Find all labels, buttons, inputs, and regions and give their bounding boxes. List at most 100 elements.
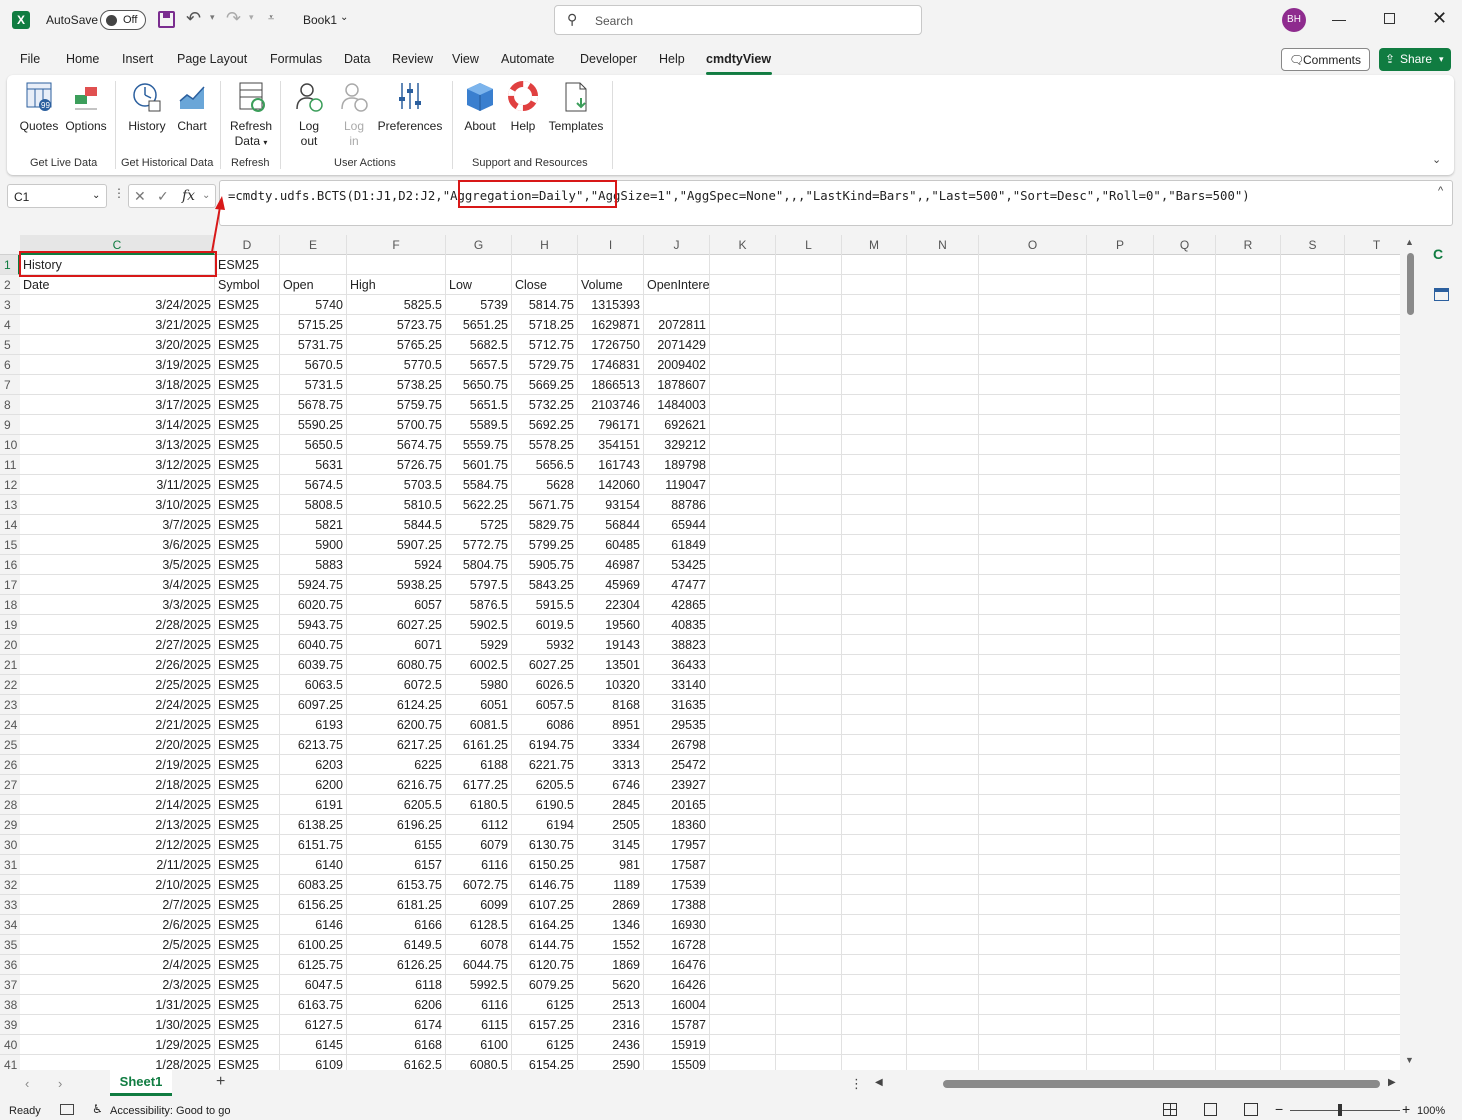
cell-f23[interactable]: 6124.25 bbox=[347, 695, 446, 715]
cell-j41[interactable]: 15509 bbox=[644, 1055, 710, 1070]
cell-i20[interactable]: 19143 bbox=[578, 635, 644, 655]
cell-n29[interactable] bbox=[907, 815, 979, 835]
cell-m38[interactable] bbox=[842, 995, 907, 1015]
cell-i14[interactable]: 56844 bbox=[578, 515, 644, 535]
cell-n14[interactable] bbox=[907, 515, 979, 535]
cell-m5[interactable] bbox=[842, 335, 907, 355]
sheet-tab[interactable]: Sheet1 bbox=[110, 1070, 172, 1096]
cell-i37[interactable]: 5620 bbox=[578, 975, 644, 995]
cell-h1[interactable] bbox=[512, 255, 578, 275]
cell-i38[interactable]: 2513 bbox=[578, 995, 644, 1015]
cell-l4[interactable] bbox=[776, 315, 842, 335]
cell-s7[interactable] bbox=[1281, 375, 1345, 395]
cell-q18[interactable] bbox=[1154, 595, 1216, 615]
cell-e12[interactable]: 5674.5 bbox=[280, 475, 347, 495]
cell-g26[interactable]: 6188 bbox=[446, 755, 512, 775]
cell-k10[interactable] bbox=[710, 435, 776, 455]
cell-o8[interactable] bbox=[979, 395, 1087, 415]
row-header[interactable]: 37 bbox=[0, 975, 20, 995]
cell-c20[interactable]: 2/27/2025 bbox=[20, 635, 215, 655]
cell-d29[interactable]: ESM25 bbox=[215, 815, 280, 835]
cell-q3[interactable] bbox=[1154, 295, 1216, 315]
cell-d38[interactable]: ESM25 bbox=[215, 995, 280, 1015]
cell-o32[interactable] bbox=[979, 875, 1087, 895]
cell-e16[interactable]: 5883 bbox=[280, 555, 347, 575]
cell-l28[interactable] bbox=[776, 795, 842, 815]
cell-h20[interactable]: 5932 bbox=[512, 635, 578, 655]
cell-r11[interactable] bbox=[1216, 455, 1281, 475]
cell-i18[interactable]: 22304 bbox=[578, 595, 644, 615]
cell-l12[interactable] bbox=[776, 475, 842, 495]
cell-p8[interactable] bbox=[1087, 395, 1154, 415]
cell-d17[interactable]: ESM25 bbox=[215, 575, 280, 595]
cell-j27[interactable]: 23927 bbox=[644, 775, 710, 795]
cell-p27[interactable] bbox=[1087, 775, 1154, 795]
cell-m21[interactable] bbox=[842, 655, 907, 675]
cell-p36[interactable] bbox=[1087, 955, 1154, 975]
cell-r20[interactable] bbox=[1216, 635, 1281, 655]
cell-j31[interactable]: 17587 bbox=[644, 855, 710, 875]
cell-h5[interactable]: 5712.75 bbox=[512, 335, 578, 355]
cell-j22[interactable]: 33140 bbox=[644, 675, 710, 695]
cell-p15[interactable] bbox=[1087, 535, 1154, 555]
cell-d22[interactable]: ESM25 bbox=[215, 675, 280, 695]
cell-j21[interactable]: 36433 bbox=[644, 655, 710, 675]
cell-c5[interactable]: 3/20/2025 bbox=[20, 335, 215, 355]
cell-c37[interactable]: 2/3/2025 bbox=[20, 975, 215, 995]
cell-s3[interactable] bbox=[1281, 295, 1345, 315]
cell-o33[interactable] bbox=[979, 895, 1087, 915]
cell-l19[interactable] bbox=[776, 615, 842, 635]
cell-e35[interactable]: 6100.25 bbox=[280, 935, 347, 955]
tab-cmdtyview[interactable]: cmdtyView bbox=[706, 52, 771, 66]
cell-l16[interactable] bbox=[776, 555, 842, 575]
cell-f31[interactable]: 6157 bbox=[347, 855, 446, 875]
cell-o34[interactable] bbox=[979, 915, 1087, 935]
cell-h13[interactable]: 5671.75 bbox=[512, 495, 578, 515]
cell-r17[interactable] bbox=[1216, 575, 1281, 595]
cell-n37[interactable] bbox=[907, 975, 979, 995]
cell-m33[interactable] bbox=[842, 895, 907, 915]
cell-k14[interactable] bbox=[710, 515, 776, 535]
column-header-m[interactable]: M bbox=[842, 235, 907, 255]
share-button[interactable]: ⇪ Share ▾ bbox=[1379, 48, 1451, 71]
cell-j28[interactable]: 20165 bbox=[644, 795, 710, 815]
cell-g6[interactable]: 5657.5 bbox=[446, 355, 512, 375]
row-header[interactable]: 1 bbox=[0, 255, 20, 275]
cell-e25[interactable]: 6213.75 bbox=[280, 735, 347, 755]
cell-h12[interactable]: 5628 bbox=[512, 475, 578, 495]
cell-h34[interactable]: 6164.25 bbox=[512, 915, 578, 935]
cell-j37[interactable]: 16426 bbox=[644, 975, 710, 995]
cell-f12[interactable]: 5703.5 bbox=[347, 475, 446, 495]
column-header-p[interactable]: P bbox=[1087, 235, 1154, 255]
cell-p28[interactable] bbox=[1087, 795, 1154, 815]
row-header[interactable]: 10 bbox=[0, 435, 20, 455]
cell-s18[interactable] bbox=[1281, 595, 1345, 615]
normal-view-icon[interactable] bbox=[1163, 1103, 1177, 1116]
cell-n10[interactable] bbox=[907, 435, 979, 455]
row-header[interactable]: 32 bbox=[0, 875, 20, 895]
cell-l38[interactable] bbox=[776, 995, 842, 1015]
cell-o6[interactable] bbox=[979, 355, 1087, 375]
cell-c27[interactable]: 2/18/2025 bbox=[20, 775, 215, 795]
cell-c39[interactable]: 1/30/2025 bbox=[20, 1015, 215, 1035]
cell-q24[interactable] bbox=[1154, 715, 1216, 735]
cell-r35[interactable] bbox=[1216, 935, 1281, 955]
cell-k36[interactable] bbox=[710, 955, 776, 975]
cell-c7[interactable]: 3/18/2025 bbox=[20, 375, 215, 395]
column-header-n[interactable]: N bbox=[907, 235, 979, 255]
cell-p12[interactable] bbox=[1087, 475, 1154, 495]
cell-l25[interactable] bbox=[776, 735, 842, 755]
cell-c28[interactable]: 2/14/2025 bbox=[20, 795, 215, 815]
cell-m13[interactable] bbox=[842, 495, 907, 515]
cell-h29[interactable]: 6194 bbox=[512, 815, 578, 835]
cell-c15[interactable]: 3/6/2025 bbox=[20, 535, 215, 555]
cell-o25[interactable] bbox=[979, 735, 1087, 755]
cell-d2[interactable]: Symbol bbox=[215, 275, 280, 295]
cell-j2[interactable]: OpenInterest bbox=[644, 275, 710, 295]
cell-q26[interactable] bbox=[1154, 755, 1216, 775]
accessibility-status[interactable]: Accessibility: Good to go bbox=[110, 1105, 230, 1117]
cmdty-addin-icon[interactable]: C bbox=[1433, 246, 1443, 262]
row-header[interactable]: 22 bbox=[0, 675, 20, 695]
cell-m1[interactable] bbox=[842, 255, 907, 275]
page-layout-view-icon[interactable] bbox=[1204, 1103, 1217, 1116]
